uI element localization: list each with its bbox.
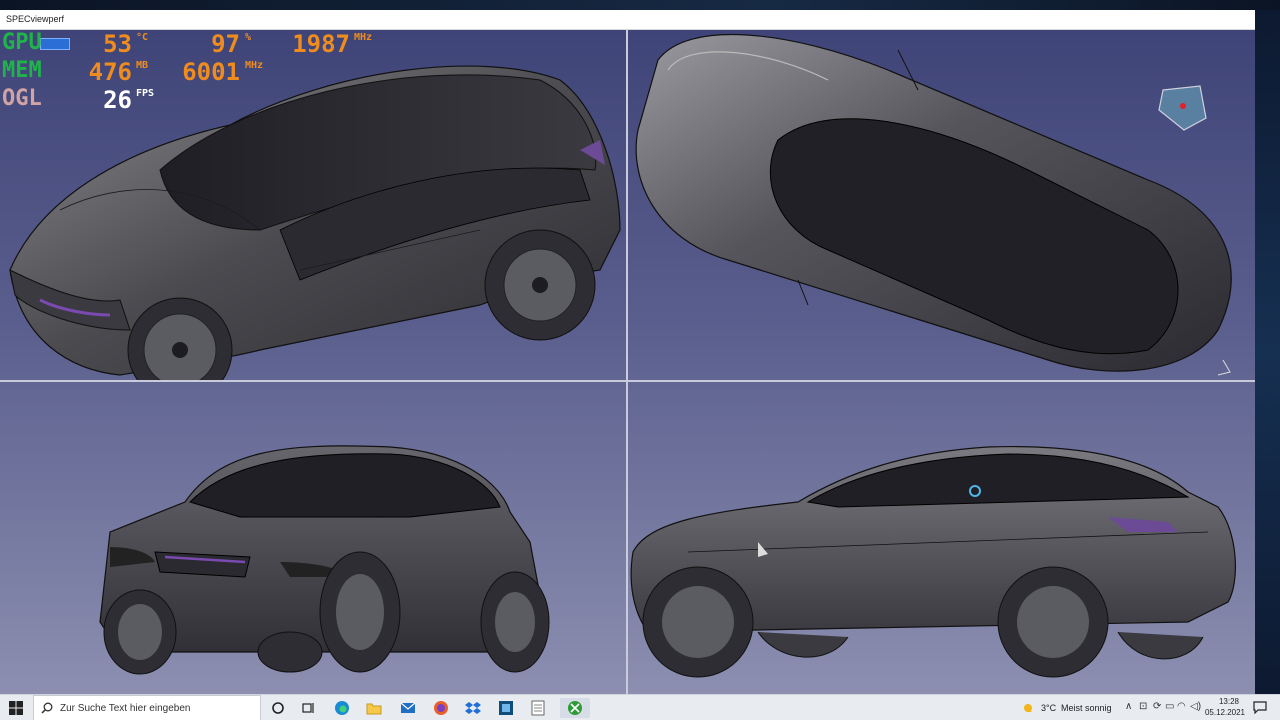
gpu-clock-value: 1987 [292, 30, 350, 58]
firefox-icon[interactable] [430, 698, 452, 718]
network-device-icon[interactable]: ⊡ [1139, 701, 1147, 712]
wheel-rear-right [480, 571, 550, 673]
fps-unit: FPS [136, 88, 155, 99]
weather-sun-icon[interactable] [1021, 701, 1037, 715]
gpu-clock-unit: MHz [354, 32, 373, 43]
wheel-front [642, 566, 754, 678]
wifi-icon[interactable]: ◠ [1177, 701, 1186, 712]
desktop-background-edge [1255, 10, 1280, 694]
weather-description[interactable]: Meist sonnig [1061, 703, 1112, 713]
fps-value: 26 [103, 86, 132, 114]
chevron-up-icon[interactable]: ∧ [1125, 701, 1132, 712]
wheel-front-right [319, 551, 401, 673]
wheel-front-left [103, 589, 177, 675]
folder-icon[interactable] [363, 698, 385, 718]
viewport-divider-horizontal[interactable] [0, 380, 1255, 382]
app-icon[interactable] [495, 698, 517, 718]
desktop-screen: SPECviewperf GPU 53 °C 97 % 1987 MHz MEM… [0, 0, 1280, 720]
mem-clock-value: 6001 [182, 58, 240, 86]
mem-clock-unit: MHz [245, 60, 264, 71]
xbox-icon[interactable] [560, 698, 590, 718]
clock-date[interactable]: 05.12.2021 [1203, 708, 1247, 717]
viewport-divider-vertical[interactable] [626, 30, 628, 694]
gpu-load-value: 97 [211, 30, 240, 58]
car-front-render [99, 445, 550, 675]
gpu-load-bar [40, 38, 70, 50]
overlay-label-gpu: GPU [2, 30, 42, 55]
gpu-load-unit: % [245, 32, 252, 43]
notepad-icon[interactable] [527, 698, 549, 718]
battery-icon[interactable]: ▭ [1165, 701, 1174, 712]
task-view-icon[interactable] [298, 698, 320, 718]
viewport-pane-side[interactable] [628, 382, 1255, 694]
overlay-label-mem: MEM [2, 58, 42, 83]
wheel-rear-left [257, 631, 323, 673]
notification-icon[interactable] [1253, 700, 1267, 714]
gpu-temp-value: 53 [103, 30, 132, 58]
viewport-pane-top[interactable] [628, 30, 1255, 380]
desktop-background [0, 0, 1280, 10]
3d-viewport[interactable] [0, 30, 1255, 694]
gpu-temp-unit: °C [136, 32, 149, 43]
system-tray: 3°C Meist sonnig ∧ ⊡ ⟳ ▭ ◠ ◁) 13:28 05.1… [1015, 695, 1280, 720]
viewport-pane-front[interactable] [0, 382, 626, 694]
volume-icon[interactable]: ◁) [1190, 701, 1201, 712]
taskbar: Zur Suche Text hier eingeben 3°C Meist s… [0, 694, 1280, 720]
wheel-rear [484, 229, 596, 341]
mem-used-unit: MB [136, 60, 149, 71]
clock-time[interactable]: 13:28 [1212, 697, 1246, 706]
overlay-row-ogl: OGL 26 FPS [2, 86, 382, 114]
wheel-rear [997, 566, 1109, 678]
taskbar-search-box[interactable]: Zur Suche Text hier eingeben [33, 695, 261, 720]
overlay-label-ogl: OGL [2, 86, 42, 111]
search-placeholder: Zur Suche Text hier eingeben [60, 703, 191, 714]
windows-logo-icon [9, 701, 23, 715]
dropbox-icon[interactable] [462, 698, 484, 718]
window-title: SPECviewperf [6, 14, 65, 24]
performance-overlay: GPU 53 °C 97 % 1987 MHz MEM 476 MB 6001 … [2, 30, 382, 114]
search-icon [41, 702, 53, 714]
overlay-row-gpu: GPU 53 °C 97 % 1987 MHz [2, 30, 382, 58]
edge-icon[interactable] [331, 698, 353, 718]
mem-used-value: 476 [88, 58, 132, 86]
orientation-compass-icon[interactable] [1158, 85, 1207, 131]
car-top-render [635, 34, 1232, 376]
weather-temperature[interactable]: 3°C [1041, 703, 1056, 713]
sync-icon[interactable]: ⟳ [1153, 701, 1161, 712]
start-button[interactable] [0, 695, 32, 720]
window-titlebar[interactable]: SPECviewperf [0, 10, 1255, 30]
mail-icon[interactable] [397, 698, 419, 718]
car-side-render [630, 446, 1236, 678]
cortana-icon[interactable] [267, 698, 289, 718]
overlay-row-mem: MEM 476 MB 6001 MHz [2, 58, 382, 86]
